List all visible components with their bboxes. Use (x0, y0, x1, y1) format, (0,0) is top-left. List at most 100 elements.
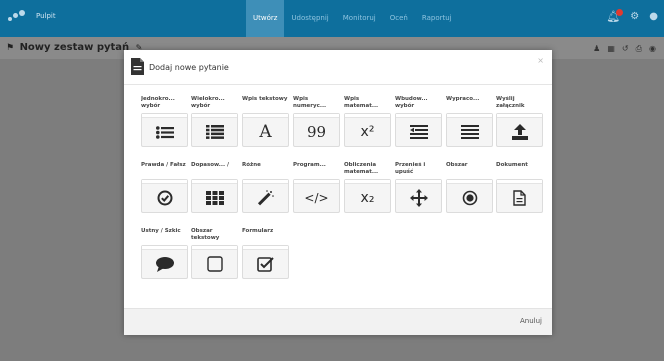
add-question-modal: Dodaj nowe pytanie × Jednokro... wybór W… (124, 50, 552, 335)
tile-label: Różne (242, 162, 261, 168)
tile-button[interactable] (446, 179, 493, 213)
tile-label: Program... (293, 162, 326, 168)
text-icon: A (259, 122, 272, 142)
tile-label: Jednokro... wybór (141, 96, 175, 109)
nav-create[interactable]: Utwórz (246, 0, 285, 37)
notification-badge (616, 9, 624, 16)
tile-button[interactable]: 99 (293, 113, 340, 147)
undo-icon[interactable]: ↺ (622, 44, 629, 54)
tile-button[interactable] (141, 179, 188, 213)
tile-label: Wpis numeryc... (293, 96, 327, 109)
question-type-essay[interactable]: Wypraco... (446, 96, 493, 147)
question-type-text-area[interactable]: Obszar tekstowy (191, 228, 238, 279)
cancel-button[interactable]: Anuluj (520, 317, 542, 325)
question-type-numeric-entry[interactable]: Wpis numeryc... 99 (293, 96, 340, 147)
bell-icon[interactable]: 🔔︎ (606, 9, 624, 23)
tile-button[interactable] (191, 113, 238, 147)
modal-title: Dodaj nowe pytanie (149, 63, 229, 72)
nav-monitor[interactable]: Monitoruj (336, 0, 383, 37)
tile-button[interactable] (395, 179, 442, 213)
tile-label: Ustny / Szkic (141, 228, 181, 234)
eye-icon[interactable]: ◉ (649, 44, 656, 54)
print-icon[interactable]: ⎙ (636, 44, 642, 54)
nav-share[interactable]: Udostępnij (284, 0, 335, 37)
tile-button[interactable] (242, 179, 289, 213)
close-icon[interactable]: × (537, 56, 544, 65)
tile-label: Formularz (242, 228, 274, 234)
question-type-form[interactable]: Formularz (242, 228, 289, 279)
tile-label: Obszar tekstowy (191, 228, 220, 241)
calculation-icon: x₂ (360, 190, 375, 206)
question-type-text-entry[interactable]: Wpis tekstowy A (242, 96, 289, 147)
pin-icon: ⚑ (6, 43, 15, 53)
tile-button[interactable] (191, 179, 238, 213)
question-type-misc[interactable]: Różne (242, 162, 289, 213)
nav-grade[interactable]: Oceń (383, 0, 415, 37)
tile-label: Wpis matemat... (344, 96, 379, 109)
main-nav: Utwórz Udostępnij Monitoruj Oceń Raportu… (246, 0, 459, 37)
question-type-single-choice[interactable]: Jednokro... wybór (141, 96, 188, 147)
question-type-programming[interactable]: Program... </> (293, 162, 340, 213)
question-type-document[interactable]: Dokument (496, 162, 543, 213)
user-icon[interactable]: ● (649, 11, 658, 22)
tile-button[interactable]: x₂ (344, 179, 391, 213)
person-icon[interactable]: ♟ (593, 44, 600, 54)
top-icons: 🔔︎ ⚙ ● (606, 9, 658, 23)
modal-footer: Anuluj (124, 308, 552, 335)
question-type-oral-sketch[interactable]: Ustny / Szkic (141, 228, 188, 279)
tile-label: Dopasow... / (191, 162, 229, 168)
tile-button[interactable] (141, 113, 188, 147)
tile-button[interactable] (242, 245, 289, 279)
modal-header: Dodaj nowe pytanie × (124, 50, 552, 85)
logo-icon[interactable] (8, 10, 28, 24)
home-link[interactable]: Pulpit (36, 12, 56, 20)
tile-label: Wypraco... (446, 96, 480, 102)
tile-button[interactable]: </> (293, 179, 340, 213)
tile-button[interactable] (496, 113, 543, 147)
tile-button[interactable] (191, 245, 238, 279)
question-type-math-entry[interactable]: Wpis matemat... x² (344, 96, 391, 147)
tile-button[interactable]: x² (344, 113, 391, 147)
number-icon: 99 (306, 123, 327, 141)
top-bar: Pulpit Utwórz Udostępnij Monitoruj Oceń … (0, 0, 664, 37)
tile-label: Wbudow... wybór (395, 96, 428, 109)
hotspot-icon (462, 190, 477, 206)
question-type-multiple-choice[interactable]: Wielokro... wybór (191, 96, 238, 147)
grid-icon[interactable]: ▦ (607, 44, 615, 54)
page-title: ⚑ Nowy zestaw pytań ✎ (6, 42, 142, 53)
question-type-upload[interactable]: Wyślij załącznik (496, 96, 543, 147)
magic-wand-icon (257, 190, 274, 206)
tile-label: Wielokro... wybór (191, 96, 225, 109)
gear-icon[interactable]: ⚙ (630, 11, 639, 22)
document-icon (513, 190, 526, 206)
essay-icon (460, 125, 479, 139)
upload-icon (511, 124, 528, 140)
nav-report[interactable]: Raportuj (415, 0, 459, 37)
question-type-calculation[interactable]: Obliczenia matemat... x₂ (344, 162, 391, 213)
question-type-drag-drop[interactable]: Przenieś i upuść (395, 162, 442, 213)
embedded-choice-icon (409, 125, 428, 139)
form-checkbox-icon (257, 257, 274, 272)
toolbar-icons: ♟ ▦ ↺ ⎙ ◉ (593, 44, 656, 54)
multi-list-icon (205, 125, 224, 139)
document-icon (131, 58, 144, 75)
math-icon: x² (360, 124, 375, 140)
tile-button[interactable] (496, 179, 543, 213)
text-area-icon (206, 256, 223, 272)
question-type-true-false[interactable]: Prawda / Fałsz (141, 162, 188, 213)
question-type-hotspot[interactable]: Obszar (446, 162, 493, 213)
tile-label: Wyślij załącznik (496, 96, 525, 109)
question-type-embedded-choice[interactable]: Wbudow... wybór (395, 96, 442, 147)
tile-button[interactable] (446, 113, 493, 147)
tile-label: Przenieś i upuść (395, 162, 426, 175)
set-name: Nowy zestaw pytań (19, 42, 130, 53)
tile-button[interactable] (395, 113, 442, 147)
list-icon (155, 125, 174, 139)
drag-drop-icon (409, 189, 428, 207)
matching-grid-icon (205, 191, 224, 205)
true-false-icon (157, 190, 172, 206)
tile-label: Dokument (496, 162, 528, 168)
tile-button[interactable]: A (242, 113, 289, 147)
question-type-matching[interactable]: Dopasow... / (191, 162, 238, 213)
tile-button[interactable] (141, 245, 188, 279)
